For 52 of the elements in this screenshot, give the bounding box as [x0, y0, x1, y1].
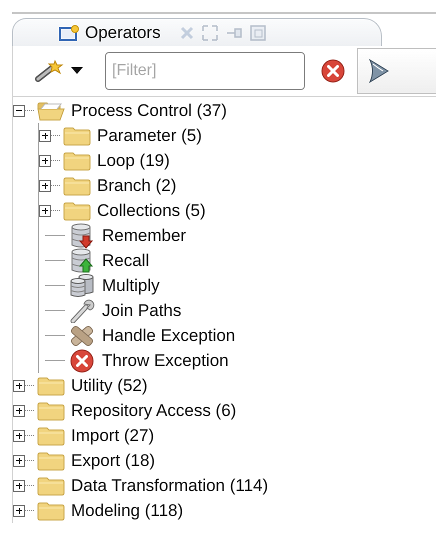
wand-icon: [35, 59, 65, 83]
expand-toggle[interactable]: [13, 504, 25, 516]
open-folder-icon: [37, 100, 65, 120]
stacked-database-icon: [69, 274, 95, 298]
tab-title: Operators: [85, 22, 161, 42]
database-up-arrow-icon: [70, 248, 94, 274]
folder-icon: [63, 150, 91, 170]
folder-icon: [37, 400, 65, 420]
expand-toggle[interactable]: [13, 480, 25, 492]
expand-toggle[interactable]: [13, 454, 25, 466]
clear-filter-button[interactable]: [321, 59, 345, 83]
category-item[interactable]: Data Transformation (114): [68, 476, 268, 496]
operator-item[interactable]: Remember: [99, 226, 186, 246]
clear-icon: [321, 59, 345, 83]
category-item[interactable]: Modeling (118): [68, 500, 184, 520]
wrench-icon: [69, 298, 95, 322]
folder-icon: [37, 450, 65, 470]
database-down-arrow-icon: [70, 222, 94, 248]
operator-item[interactable]: Recall: [99, 250, 150, 270]
error-icon: [70, 348, 94, 372]
expand-toggle[interactable]: [39, 130, 51, 142]
expand-toggle[interactable]: [39, 154, 51, 166]
filter-field[interactable]: [Filter]: [105, 52, 305, 90]
folder-icon: [63, 176, 91, 196]
folder-icon: [37, 476, 65, 496]
collapse-toggle[interactable]: [13, 104, 25, 116]
category-item[interactable]: Collections (5): [94, 200, 206, 220]
expand-toggle[interactable]: [39, 180, 51, 192]
expand-toggle[interactable]: [13, 380, 25, 392]
folder-icon: [37, 500, 65, 520]
category-item[interactable]: Loop (19): [94, 150, 170, 170]
category-item[interactable]: Process Control (37): [68, 100, 227, 120]
folder-icon: [37, 426, 65, 446]
category-item[interactable]: Export (18): [68, 450, 156, 470]
operator-item[interactable]: Multiply: [99, 276, 160, 296]
operator-item[interactable]: Throw Exception: [99, 350, 229, 370]
category-item[interactable]: Import (27): [68, 426, 154, 446]
expand-toggle[interactable]: [13, 404, 25, 416]
folder-icon: [37, 376, 65, 396]
expand-toggle[interactable]: [13, 430, 25, 442]
category-item[interactable]: Repository Access (6): [68, 400, 236, 420]
folder-icon: [63, 126, 91, 146]
expand-toggle[interactable]: [39, 204, 51, 216]
folder-icon: [63, 200, 91, 220]
wand-dropdown-button[interactable]: [33, 57, 85, 85]
category-item[interactable]: Utility (52): [68, 376, 148, 396]
category-item[interactable]: Branch (2): [94, 176, 176, 196]
operator-item[interactable]: Handle Exception: [99, 326, 236, 346]
caret-icon: [71, 67, 83, 75]
category-item[interactable]: Parameter (5): [94, 126, 202, 146]
window-icon: [59, 24, 79, 40]
operator-item[interactable]: Join Paths: [99, 300, 182, 320]
